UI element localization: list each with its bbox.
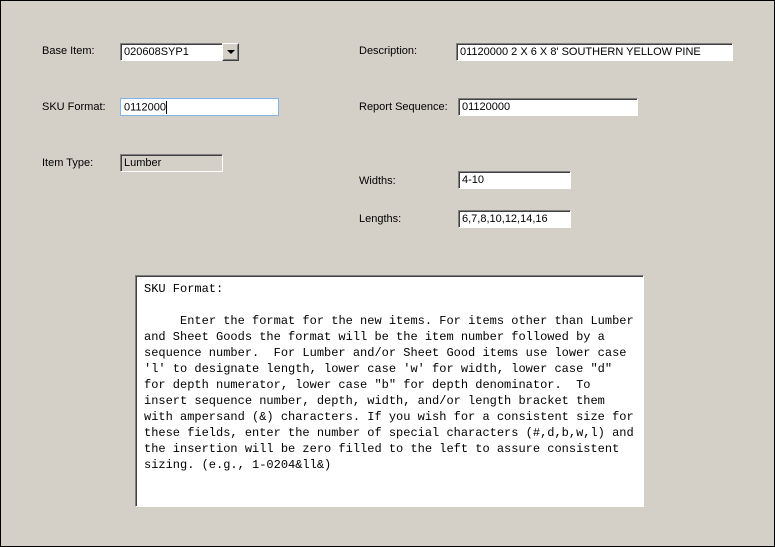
description-label: Description: — [359, 45, 417, 57]
sku-format-input[interactable]: 0112000 — [120, 98, 279, 116]
lengths-input[interactable]: 6,7,8,10,12,14,16 — [458, 210, 571, 228]
help-body: Enter the format for the new items. For … — [144, 314, 641, 472]
chevron-down-icon — [227, 50, 235, 54]
report-sequence-input[interactable]: 01120000 — [458, 98, 638, 116]
widths-input[interactable]: 4-10 — [458, 171, 571, 189]
description-input[interactable]: 01120000 2 X 6 X 8' SOUTHERN YELLOW PINE — [456, 43, 733, 61]
item-type-field: Lumber — [120, 154, 223, 172]
base-item-label: Base Item: — [42, 45, 95, 57]
sku-format-label: SKU Format: — [42, 101, 106, 113]
widths-label: Widths: — [359, 175, 396, 187]
report-sequence-label: Report Sequence: — [359, 101, 448, 113]
help-title: SKU Format: — [144, 282, 223, 296]
lengths-label: Lengths: — [359, 213, 401, 225]
base-item-input[interactable]: 020608SYP1 — [120, 43, 222, 61]
item-type-label: Item Type: — [42, 157, 93, 169]
base-item-combo[interactable]: 020608SYP1 — [120, 43, 239, 61]
help-text-area: SKU Format: Enter the format for the new… — [135, 275, 644, 507]
base-item-dropdown-button[interactable] — [222, 43, 239, 61]
text-cursor — [166, 101, 167, 114]
